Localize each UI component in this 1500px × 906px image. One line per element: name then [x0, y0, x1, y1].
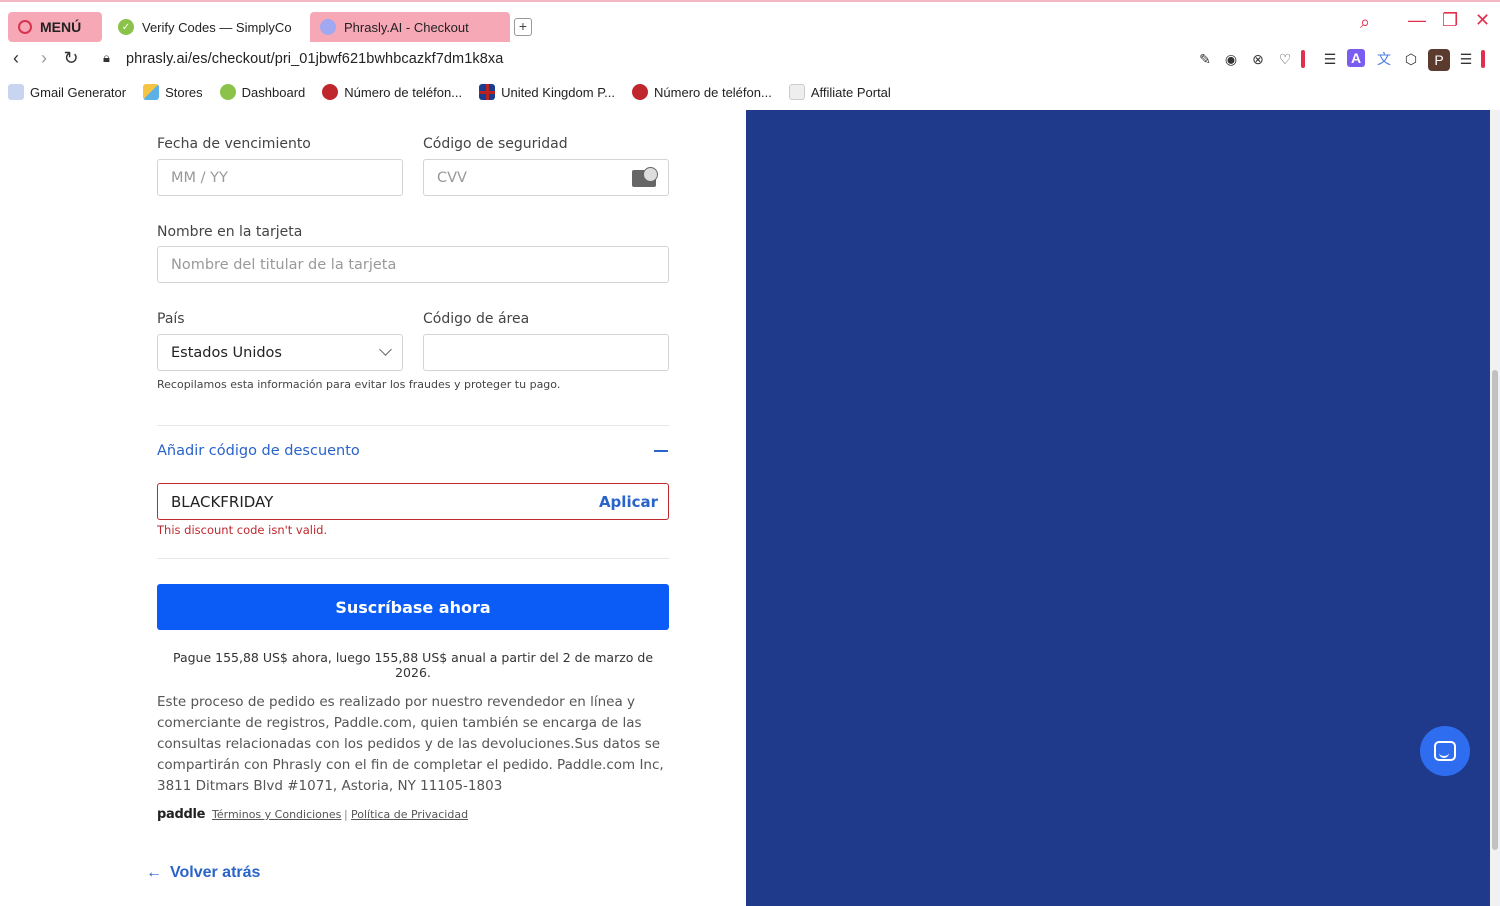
bookmark-stores[interactable]: Stores — [143, 84, 203, 100]
phone-number-favicon-icon — [632, 84, 649, 100]
country-label: País — [157, 311, 185, 327]
affiliate-portal-favicon-icon — [788, 84, 805, 100]
close-window-icon[interactable]: ✕ — [1475, 10, 1490, 31]
profile-avatar[interactable]: P — [1428, 49, 1450, 71]
terms-link[interactable]: Términos y Condiciones — [212, 808, 341, 821]
cvv-label: Código de seguridad — [423, 136, 568, 152]
expiry-label: Fecha de vencimiento — [157, 136, 311, 152]
subscribe-now-button[interactable]: Suscríbase ahora — [157, 584, 669, 630]
back-icon[interactable]: ‹ — [6, 48, 26, 69]
bookmark-numero-telefono-2[interactable]: Número de teléfon... — [632, 84, 772, 100]
scrollbar-thumb[interactable] — [1492, 370, 1498, 850]
bookmark-label: Número de teléfon... — [344, 84, 463, 100]
discount-code-input[interactable]: BLACKFRIDAY Aplicar — [157, 483, 669, 520]
discount-error-message: This discount code isn't valid. — [157, 523, 328, 537]
camera-icon[interactable]: ◉ — [1221, 49, 1241, 69]
browser-tab-bar: MENÚ ✓ Verify Codes — SimplyCo Phrasly.A… — [0, 0, 1500, 44]
bookmark-label: Gmail Generator — [30, 84, 127, 100]
order-summary-panel — [746, 110, 1490, 906]
menu-icon[interactable]: ☰ — [1456, 49, 1476, 69]
area-code-input[interactable] — [423, 334, 669, 371]
apply-discount-button[interactable]: Aplicar — [599, 493, 658, 511]
bookmark-gmail-generator[interactable]: Gmail Generator — [8, 84, 126, 100]
expiry-placeholder: MM / YY — [171, 169, 228, 186]
opera-menu-button[interactable]: MENÚ — [8, 12, 102, 42]
menu-label: MENÚ — [40, 19, 82, 35]
bookmark-label: United Kingdom P... — [501, 84, 616, 100]
card-name-input[interactable]: Nombre del titular de la tarjeta — [157, 246, 669, 283]
bookmark-label: Número de teléfon... — [654, 84, 772, 100]
expiry-input[interactable]: MM / YY — [157, 159, 403, 196]
tab-verify-codes[interactable]: ✓ Verify Codes — SimplyCo — [108, 12, 304, 42]
tab-phrasly-checkout[interactable]: Phrasly.AI - Checkout — [310, 12, 510, 42]
phrasly-favicon-icon — [320, 19, 336, 35]
divider — [157, 425, 669, 426]
country-value: Estados Unidos — [171, 344, 282, 361]
fraud-note: Recopilamos esta información para evitar… — [157, 378, 561, 391]
card-name-label: Nombre en la tarjeta — [157, 224, 303, 240]
minimize-icon[interactable]: — — [1408, 10, 1426, 31]
bookmark-label: Stores — [165, 84, 203, 100]
lock-icon: 🔒︎ — [103, 50, 110, 65]
country-select[interactable]: Estados Unidos — [157, 334, 403, 371]
simplycodes-favicon-icon: ✓ — [118, 19, 134, 35]
heart-icon[interactable]: ♡ — [1275, 49, 1295, 69]
divider-mark — [1481, 50, 1485, 68]
chevron-down-icon — [379, 343, 392, 356]
uk-flag-icon — [479, 84, 496, 100]
bookmark-united-kingdom[interactable]: United Kingdom P... — [479, 84, 615, 100]
area-code-label: Código de área — [423, 311, 530, 327]
restore-icon[interactable]: ❐ — [1442, 10, 1458, 31]
back-button[interactable]: ← Volver atrás — [146, 864, 260, 882]
dashboard-favicon-icon — [219, 84, 236, 100]
url-field[interactable]: phrasly.ai/es/checkout/pri_01jbwf621bwhb… — [126, 51, 503, 67]
bookmark-affiliate-portal[interactable]: Affiliate Portal — [788, 84, 891, 100]
link-separator: | — [344, 808, 348, 821]
forward-icon[interactable]: › — [34, 48, 54, 69]
card-name-placeholder: Nombre del titular de la tarjeta — [171, 256, 397, 273]
back-label: Volver atrás — [170, 864, 261, 881]
cube-icon[interactable]: ⬡ — [1401, 49, 1421, 69]
reload-icon[interactable]: ↻ — [61, 48, 81, 69]
divider — [157, 558, 669, 559]
bookmark-label: Affiliate Portal — [810, 84, 891, 100]
stores-favicon-icon — [143, 84, 160, 100]
paddle-logo: paddle — [157, 807, 206, 822]
arrow-left-icon: ← — [146, 864, 162, 881]
add-discount-code-toggle[interactable]: Añadir código de descuento — [157, 443, 360, 459]
address-bar: ‹ › ↻ 🔒︎ phrasly.ai/es/checkout/pri_01jb… — [0, 44, 1500, 76]
shield-icon[interactable]: ⊗ — [1248, 49, 1268, 69]
gmail-generator-favicon-icon — [8, 84, 24, 100]
minus-icon[interactable] — [654, 450, 668, 452]
translate-icon[interactable]: 文 — [1374, 49, 1394, 69]
bookmark-dashboard[interactable]: Dashboard — [219, 84, 306, 100]
discount-code-value: BLACKFRIDAY — [171, 492, 274, 511]
opera-icon — [18, 20, 32, 34]
bookmark-label: Dashboard — [241, 84, 306, 100]
search-icon[interactable]: ⌕ — [1360, 12, 1370, 33]
checkout-page: Fecha de vencimiento MM / YY Código de s… — [0, 110, 1500, 906]
payment-summary: Pague 155,88 US$ ahora, luego 155,88 US$… — [172, 650, 654, 680]
new-tab-button[interactable]: + — [514, 18, 532, 36]
reseller-legal-text: Este proceso de pedido es realizado por … — [157, 694, 664, 794]
snapshot-edit-icon[interactable]: ✎ — [1195, 49, 1215, 69]
cvv-input[interactable]: CVV — [423, 159, 669, 196]
tab-title: Phrasly.AI - Checkout — [344, 19, 469, 35]
card-cvv-icon — [632, 167, 658, 187]
chat-icon — [1434, 741, 1456, 761]
divider-mark — [1301, 50, 1305, 68]
privacy-link[interactable]: Política de Privacidad — [351, 808, 468, 821]
bookmarks-bar: Gmail Generator Stores Dashboard Número … — [0, 78, 1500, 106]
extension-a-icon[interactable]: A — [1347, 49, 1365, 67]
cvv-placeholder: CVV — [437, 169, 467, 186]
bookmark-numero-telefono-1[interactable]: Número de teléfon... — [322, 84, 462, 100]
list-icon[interactable]: ☰ — [1320, 49, 1340, 69]
phone-number-favicon-icon — [322, 84, 339, 100]
chat-launcher-button[interactable] — [1420, 726, 1470, 776]
tab-title: Verify Codes — SimplyCo — [142, 19, 292, 35]
page-scrollbar[interactable] — [1490, 110, 1500, 906]
